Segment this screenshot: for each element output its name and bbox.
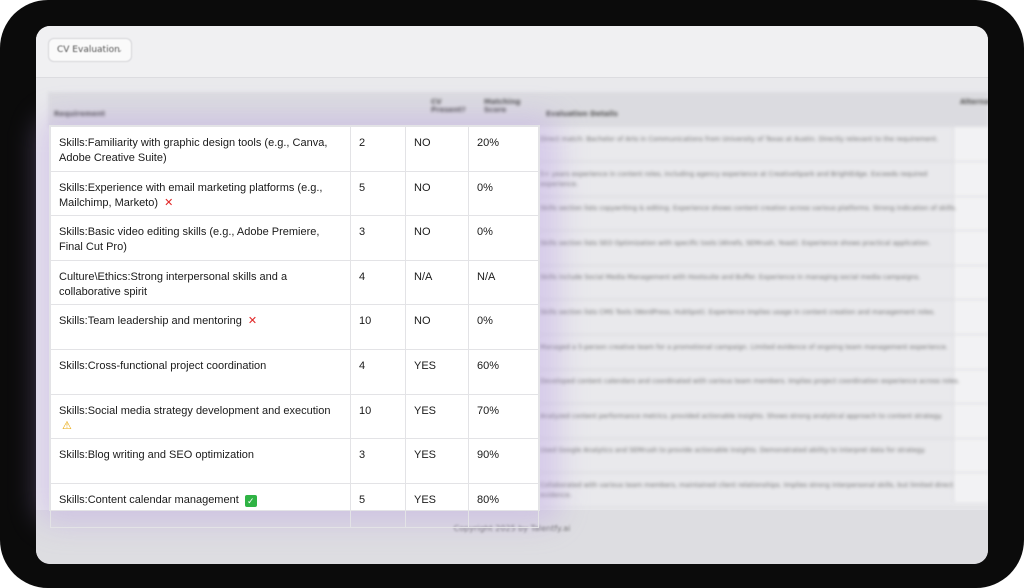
requirement-cell: Skills:Social media strategy development…: [50, 393, 351, 440]
weight-cell: 5: [350, 170, 406, 217]
table-row: Culture\Ethics:Strong interpersonal skil…: [50, 259, 539, 306]
cv-present-cell: YES: [405, 348, 469, 395]
requirement-text: Skills:Social media strategy development…: [59, 404, 331, 417]
table-row-divider: [540, 264, 988, 266]
table-row: Skills:Familiarity with graphic design t…: [50, 126, 539, 172]
matching-score-cell: N/A: [468, 259, 539, 306]
cv-present-cell: NO: [405, 304, 469, 350]
matching-score-cell: 0%: [468, 170, 539, 217]
requirement-cell: Culture\Ethics:Strong interpersonal skil…: [50, 259, 351, 306]
header-cv-present: CV Present?: [431, 98, 466, 114]
requirement-text: Skills:Experience with email marketing p…: [59, 181, 323, 209]
header-alternative-match: Alternative Match: [960, 98, 988, 106]
matching-score-cell: 20%: [468, 126, 539, 172]
requirement-cell: Skills:Content calendar management ✓: [50, 482, 351, 529]
matching-score-cell: 90%: [468, 438, 539, 484]
weight-cell: 10: [350, 304, 406, 350]
table-row-divider: [540, 437, 988, 439]
cv-present-cell: NO: [405, 215, 469, 261]
requirement-text: Skills:Content calendar management: [59, 493, 239, 506]
table-row-divider: [540, 403, 988, 405]
header-evaluation-details: Evaluation Details: [546, 110, 618, 118]
requirement-text: Skills:Team leadership and mentoring: [59, 315, 242, 328]
table-row: Skills:Cross-functional project coordina…: [50, 348, 539, 395]
cv-present-cell: YES: [405, 393, 469, 440]
requirement-text: Skills:Familiarity with graphic design t…: [59, 137, 328, 164]
cv-present-cell: YES: [405, 438, 469, 484]
view-select[interactable]: CV Evaluation ⌄: [48, 38, 132, 62]
table-row: Skills:Blog writing and SEO optimization…: [50, 438, 539, 484]
evaluation-detail: Skills include Social Media Management w…: [540, 273, 921, 282]
evaluation-detail: Skills section lists copywriting & editi…: [540, 204, 957, 213]
evaluation-detail: Used Google Analytics and SEMrush to pro…: [540, 446, 926, 455]
table-row-divider: [540, 472, 988, 474]
chevron-down-icon: ⌄: [116, 45, 123, 54]
table-row-divider: [540, 195, 988, 197]
requirement-cell: Skills:Cross-functional project coordina…: [50, 348, 351, 395]
table-row-divider: [540, 368, 988, 370]
matching-score-cell: 70%: [468, 393, 539, 440]
requirements-table: Skills:Familiarity with graphic design t…: [50, 126, 539, 529]
evaluation-detail: Skills section lists SEO Optimization wi…: [540, 238, 931, 247]
requirement-text: Skills:Cross-functional project coordina…: [59, 359, 267, 372]
requirement-cell: Skills:Familiarity with graphic design t…: [50, 126, 351, 172]
header-matching-score: Matching Score: [484, 98, 521, 114]
requirements-card: Skills:Familiarity with graphic design t…: [49, 125, 540, 529]
cv-present-cell: N/A: [405, 259, 469, 306]
warning-icon: ⚠: [62, 419, 72, 432]
evaluation-detail: 5+ years experience in content roles, in…: [540, 169, 928, 188]
table-row: Skills:Basic video editing skills (e.g.,…: [50, 215, 539, 261]
requirement-cell: Skills:Experience with email marketing p…: [50, 170, 351, 217]
cross-icon: ✕: [247, 315, 258, 328]
requirement-text: Skills:Basic video editing skills (e.g.,…: [59, 226, 320, 254]
requirement-cell: Skills:Basic video editing skills (e.g.,…: [50, 215, 351, 261]
cross-icon: ✕: [164, 196, 174, 209]
matching-score-cell: 0%: [468, 215, 539, 261]
requirement-cell: Skills:Team leadership and mentoring ✕: [50, 304, 351, 350]
table-row-divider: [540, 299, 988, 301]
table-row: Skills:Social media strategy development…: [50, 393, 539, 440]
table-row-divider: [540, 230, 988, 232]
table-row: Skills:Experience with email marketing p…: [50, 170, 539, 217]
evaluation-detail: Analyzed content performance metrics, pr…: [540, 411, 943, 420]
cv-present-cell: NO: [405, 170, 469, 217]
weight-cell: 2: [350, 126, 406, 172]
view-select-value: CV Evaluation: [57, 45, 120, 55]
matching-score-cell: 60%: [468, 348, 539, 395]
evaluation-detail: Skills section lists CMS Tools (WordPres…: [540, 308, 936, 316]
requirement-text: Skills:Blog writing and SEO optimization: [59, 449, 255, 462]
weight-cell: 10: [350, 393, 406, 440]
evaluation-detail: Developed content calendars and coordina…: [540, 377, 960, 386]
matching-score-cell: 0%: [468, 304, 539, 350]
weight-cell: 3: [350, 215, 406, 261]
weight-cell: 3: [350, 438, 406, 484]
table-row-divider: [540, 507, 988, 508]
requirement-cell: Skills:Blog writing and SEO optimization: [50, 438, 351, 484]
table-row: Skills:Team leadership and mentoring ✕ 10…: [50, 304, 539, 350]
weight-cell: 5: [350, 482, 406, 529]
weight-cell: 4: [350, 259, 406, 306]
requirement-text: Culture\Ethics:Strong interpersonal skil…: [59, 270, 288, 298]
top-bar: CV Evaluation ⌄: [36, 26, 988, 78]
check-icon: ✓: [244, 494, 257, 507]
table-row-divider: [540, 161, 988, 162]
cv-present-cell: NO: [405, 126, 469, 172]
table-row-divider: [540, 334, 988, 335]
table-row: Skills:Content calendar management ✓ 5 YES…: [50, 482, 539, 529]
evaluation-detail: Managed a 5-person creative team for a p…: [540, 342, 948, 351]
cv-present-cell: YES: [405, 482, 469, 529]
evaluation-detail: Collaborated with various team members, …: [540, 481, 954, 499]
weight-cell: 4: [350, 348, 406, 395]
matching-score-cell: 80%: [468, 482, 539, 529]
evaluation-detail: Direct match: Bachelor of Arts in Commun…: [540, 135, 939, 143]
